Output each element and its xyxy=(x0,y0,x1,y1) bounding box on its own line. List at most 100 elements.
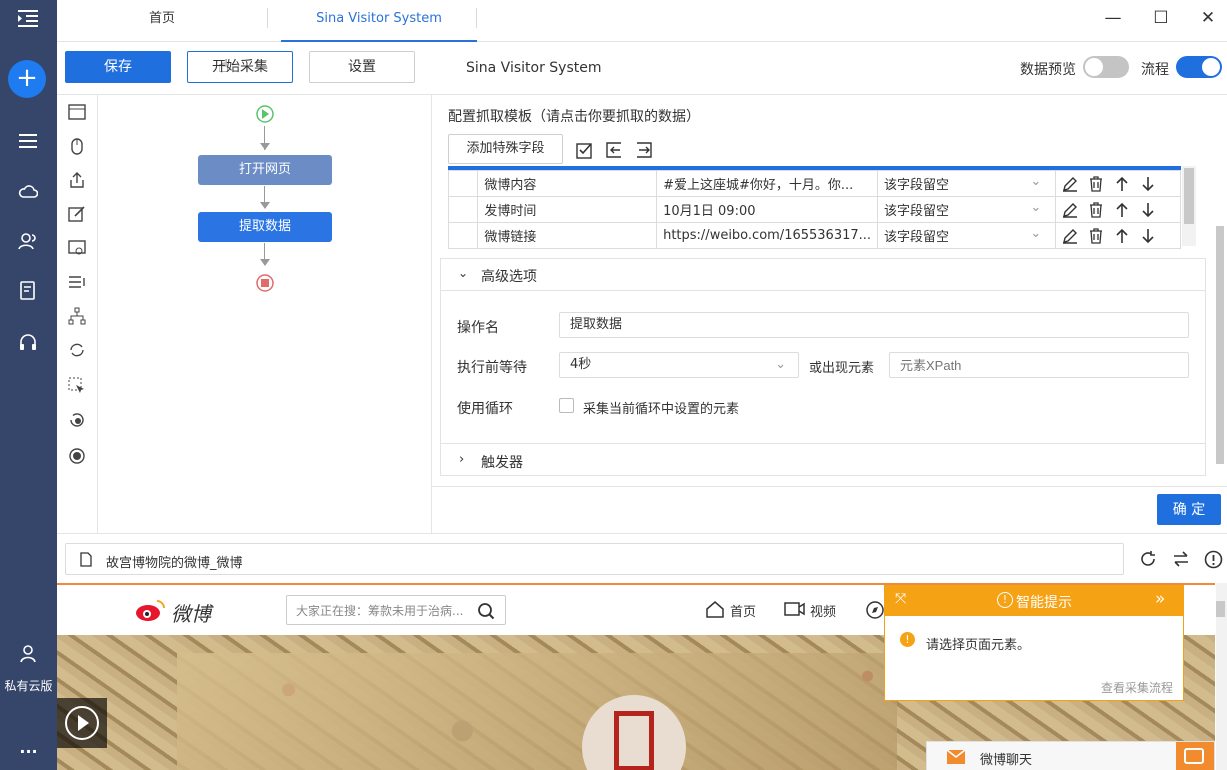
field-row[interactable]: 发博时间 10月1日 09:00 该字段留空 ⌄ xyxy=(447,196,1181,223)
delete-icon[interactable] xyxy=(1088,227,1104,244)
cloud-icon[interactable] xyxy=(17,180,39,202)
more-icon[interactable]: ... xyxy=(0,738,57,757)
chevron-down-icon[interactable]: ⌄ xyxy=(458,266,468,280)
maximize-icon[interactable]: ☐ xyxy=(1149,8,1173,30)
check-all-icon[interactable] xyxy=(576,141,594,159)
input-text-tool-icon[interactable] xyxy=(67,204,87,224)
move-up-icon[interactable] xyxy=(1114,176,1130,192)
field-empty-option[interactable]: 该字段留空 ⌄ xyxy=(877,196,1057,223)
field-name[interactable]: 微博链接 xyxy=(477,222,658,249)
field-empty-option[interactable]: 该字段留空 ⌄ xyxy=(877,170,1057,197)
flow-arrow xyxy=(260,143,270,150)
web-scrollbar[interactable] xyxy=(1216,583,1227,770)
data-preview-toggle[interactable] xyxy=(1083,56,1129,78)
weibo-search-box[interactable]: 大家正在搜：筹款未用于治病... xyxy=(286,595,506,625)
move-down-icon[interactable] xyxy=(1140,228,1156,244)
captcha-tool-icon[interactable] xyxy=(67,238,87,258)
open-page-tool-icon[interactable] xyxy=(67,102,87,122)
info-icon[interactable] xyxy=(1204,550,1223,569)
row-handle[interactable] xyxy=(447,222,479,249)
edit-icon[interactable] xyxy=(1062,202,1078,218)
tree-tool-icon[interactable] xyxy=(67,306,87,326)
loop-checkbox[interactable] xyxy=(559,398,574,413)
table-scrollbar[interactable] xyxy=(1182,166,1196,246)
field-name[interactable]: 发博时间 xyxy=(477,196,658,223)
field-row[interactable]: 微博链接 https://weibo.com/165536317... 该字段留空 ⌄ xyxy=(447,222,1181,249)
move-down-icon[interactable] xyxy=(1140,202,1156,218)
tab-sina-visitor[interactable]: Sina Visitor System xyxy=(281,0,477,42)
loop-checkbox-label[interactable]: 采集当前循环中设置的元素 xyxy=(583,398,739,417)
confirm-button[interactable]: 确 定 xyxy=(1157,494,1221,525)
panel-scrollbar[interactable] xyxy=(1216,166,1226,466)
flow-toggle[interactable] xyxy=(1176,56,1222,78)
video-icon[interactable] xyxy=(784,601,806,617)
select-tool-icon[interactable] xyxy=(67,376,87,396)
minimize-icon[interactable]: — xyxy=(1101,8,1125,30)
save-button[interactable]: 保存 xyxy=(65,51,171,83)
field-empty-option[interactable]: 该字段留空 ⌄ xyxy=(877,222,1057,249)
users-icon[interactable] xyxy=(17,230,39,252)
headset-icon[interactable] xyxy=(17,331,39,353)
move-up-icon[interactable] xyxy=(1114,202,1130,218)
edit-icon[interactable] xyxy=(1062,176,1078,192)
flow-node-open-page[interactable]: 打开网页 xyxy=(198,155,332,185)
discover-icon[interactable] xyxy=(865,600,885,620)
xpath-input[interactable] xyxy=(889,352,1189,378)
start-collect-button[interactable]: 开始采集 xyxy=(187,51,293,83)
view-flow-link[interactable]: 查看采集流程 xyxy=(1101,679,1173,696)
list-icon[interactable] xyxy=(17,130,39,152)
row-handle[interactable] xyxy=(447,196,479,223)
weibo-logo-icon[interactable] xyxy=(135,597,167,623)
flow-label: 流程 xyxy=(1141,62,1169,78)
switch-icon[interactable] xyxy=(1172,550,1190,568)
chat-bubble-icon[interactable] xyxy=(1176,742,1214,770)
flow-node-extract-data[interactable]: 提取数据 xyxy=(198,212,332,242)
click-tool-icon[interactable] xyxy=(67,136,87,156)
move-up-icon[interactable] xyxy=(1114,228,1130,244)
close-icon[interactable]: ✕ xyxy=(1196,8,1220,30)
expand-icon[interactable]: ⤧ xyxy=(895,591,906,607)
refresh-tool-icon[interactable] xyxy=(67,410,87,430)
hint-message: 请选择页面元素。 xyxy=(926,638,1031,653)
advanced-options-toggle[interactable]: 高级选项 xyxy=(481,266,537,286)
reload-icon[interactable] xyxy=(1139,550,1157,568)
user-icon[interactable] xyxy=(17,643,39,665)
wait-select[interactable]: 4秒 ⌄ xyxy=(559,352,799,378)
list-tool-icon[interactable] xyxy=(67,272,87,292)
field-row[interactable]: 微博内容 #爱上这座城#你好，十月。你... 该字段留空 ⌄ xyxy=(447,170,1181,197)
import-icon[interactable] xyxy=(605,141,623,159)
move-down-icon[interactable] xyxy=(1140,176,1156,192)
weibo-chat-bar[interactable]: 微博聊天 xyxy=(926,741,1215,770)
export-tool-icon[interactable] xyxy=(67,170,87,190)
trigger-toggle[interactable]: 触发器 xyxy=(481,452,523,472)
page-address-bar[interactable]: 故宫博物院的微博_微博 xyxy=(65,543,1124,575)
collapse-hint-icon[interactable]: » xyxy=(1155,589,1165,609)
divider xyxy=(440,443,1206,444)
task-doc-icon[interactable] xyxy=(17,280,39,302)
op-name-label: 操作名 xyxy=(457,320,499,336)
tab-home[interactable]: 首页 xyxy=(97,0,227,42)
private-cloud-label[interactable]: 私有云版 xyxy=(0,677,57,694)
search-icon[interactable] xyxy=(477,602,495,620)
field-name[interactable]: 微博内容 xyxy=(477,170,658,197)
settings-button[interactable]: 设置 xyxy=(309,51,415,83)
stop-tool-icon[interactable] xyxy=(67,446,87,466)
delete-icon[interactable] xyxy=(1088,175,1104,192)
loop-tool-icon[interactable] xyxy=(67,340,87,360)
play-icon[interactable] xyxy=(64,705,100,741)
export-icon[interactable] xyxy=(635,141,653,159)
video-player[interactable] xyxy=(57,698,107,748)
add-special-field-button[interactable]: 添加特殊字段 xyxy=(448,134,563,164)
collapse-menu-icon[interactable] xyxy=(17,8,39,30)
chevron-right-icon[interactable]: › xyxy=(459,452,464,467)
home-icon[interactable] xyxy=(705,600,725,618)
row-actions xyxy=(1055,170,1181,197)
weibo-nav-video[interactable]: 视频 xyxy=(810,601,836,620)
delete-icon[interactable] xyxy=(1088,201,1104,218)
op-name-input[interactable]: 提取数据 xyxy=(559,312,1189,338)
row-handle[interactable] xyxy=(447,170,479,197)
weibo-nav-home[interactable]: 首页 xyxy=(730,601,756,620)
new-task-button[interactable]: + xyxy=(8,60,46,98)
palace-seal-icon xyxy=(614,711,654,770)
edit-icon[interactable] xyxy=(1062,228,1078,244)
